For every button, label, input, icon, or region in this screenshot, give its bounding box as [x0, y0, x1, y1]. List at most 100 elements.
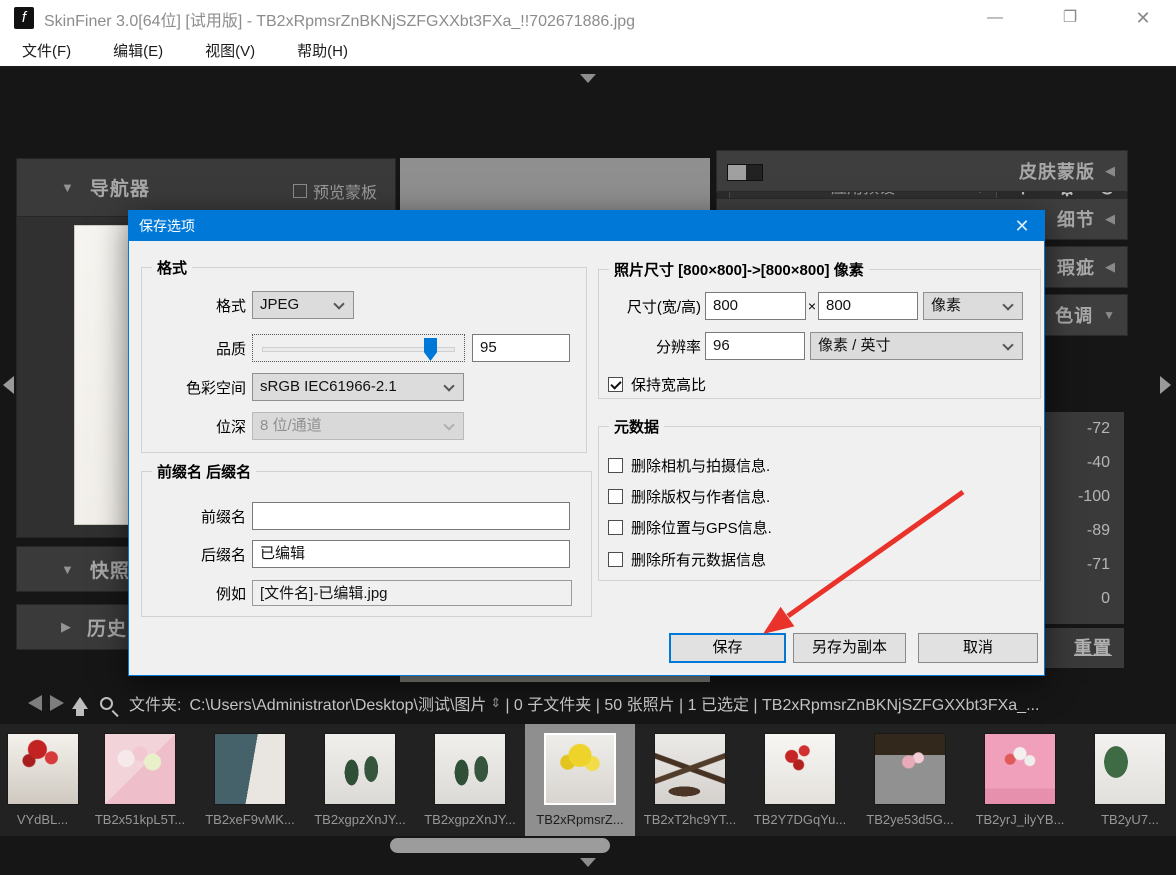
metadata-group: 元数据 删除相机与拍摄信息. 删除版权与作者信息. 删除位置与GPS信息. 删除… — [598, 426, 1041, 581]
tone-label: 色调 — [1055, 302, 1093, 328]
width-input[interactable]: 800 — [705, 292, 806, 320]
skin-mask-toggle[interactable] — [727, 164, 763, 181]
save-as-copy-button[interactable]: 另存为副本 — [793, 633, 906, 663]
thumbnail-label: TB2xT2hc9YT... — [635, 812, 745, 827]
save-options-dialog: 保存选项 ✕ 格式 格式 JPEG 品质 — [128, 210, 1045, 676]
thumbnail-label: TB2yrJ_ilyYB... — [965, 812, 1075, 827]
parent-folder-icon[interactable] — [72, 697, 88, 709]
photo-thumbnail[interactable] — [7, 733, 79, 805]
thumbnail-label: TB2xRpmsrZ... — [525, 812, 635, 827]
collapse-top-panel-icon[interactable] — [580, 74, 596, 83]
slider-thumb[interactable] — [424, 338, 437, 361]
photo-size-group-title: 照片尺寸 [800×800]->[800×800] 像素 — [609, 259, 869, 280]
skin-mask-label: 皮肤蒙版 — [1019, 158, 1095, 184]
metadata-group-title: 元数据 — [609, 416, 664, 437]
remove-all-metadata-checkbox[interactable] — [608, 552, 623, 567]
photo-thumbnail[interactable] — [104, 733, 176, 805]
size-label: 尺寸(宽/高) — [599, 296, 705, 317]
photo-thumbnail[interactable] — [324, 733, 396, 805]
format-group-title: 格式 — [152, 257, 192, 278]
colorspace-value: sRGB IEC61966-2.1 — [260, 378, 397, 395]
menu-edit[interactable]: 编辑(E) — [113, 40, 163, 61]
chevron-down-icon: ▼ — [61, 562, 74, 577]
app-window: f SkinFiner 3.0[64位] [试用版] - TB2xRpmsrZn… — [0, 0, 1176, 875]
filmstrip-item[interactable]: TB2yU7... — [1075, 724, 1176, 836]
format-label: 格式 — [142, 295, 252, 316]
filmstrip-item[interactable]: TB2x51kpL5T... — [85, 724, 195, 836]
remove-copyright-info-label: 删除版权与作者信息. — [631, 486, 770, 507]
times-sign: × — [806, 298, 818, 314]
menu-bar: 文件(F) 编辑(E) 视图(V) 帮助(H) — [0, 35, 1176, 68]
chevron-down-icon — [443, 380, 454, 391]
cancel-button[interactable]: 取消 — [918, 633, 1038, 663]
save-button[interactable]: 保存 — [669, 633, 786, 663]
photo-thumbnail[interactable] — [984, 733, 1056, 805]
filmstrip-item[interactable]: TB2yrJ_ilyYB... — [965, 724, 1075, 836]
thumbnail-label: TB2yU7... — [1075, 812, 1176, 827]
navigator-header[interactable]: ▼ 导航器 预览蒙板 — [17, 159, 395, 217]
preview-mask-label: 预览蒙板 — [313, 179, 377, 203]
example-output: [文件名]-已编辑.jpg — [252, 580, 572, 606]
thumbnail-label: VYdBL... — [0, 812, 85, 827]
resolution-input[interactable]: 96 — [705, 332, 805, 360]
collapse-right-panel-icon[interactable] — [1160, 376, 1171, 394]
menu-help[interactable]: 帮助(H) — [297, 40, 348, 61]
filmstrip-item-selected[interactable]: TB2xRpmsrZ... — [525, 724, 635, 836]
filmstrip-item[interactable]: TB2xgpzXnJY... — [305, 724, 415, 836]
dialog-close-icon[interactable]: ✕ — [1006, 213, 1038, 239]
photo-thumbnail[interactable] — [1094, 733, 1166, 805]
photo-thumbnail[interactable] — [434, 733, 506, 805]
photo-thumbnail[interactable] — [654, 733, 726, 805]
suffix-input[interactable]: 已编辑 — [252, 540, 570, 568]
folder-path[interactable]: C:\Users\Administrator\Desktop\测试\图片 — [189, 691, 486, 715]
collapse-left-panel-icon[interactable] — [3, 376, 14, 394]
chevron-left-icon: ◀ — [1105, 259, 1115, 275]
format-select[interactable]: JPEG — [252, 291, 354, 319]
remove-all-metadata-label: 删除所有元数据信息 — [631, 549, 766, 570]
photo-thumbnail[interactable] — [214, 733, 286, 805]
next-photo-icon[interactable] — [50, 695, 64, 711]
photo-thumbnail[interactable] — [874, 733, 946, 805]
menu-file[interactable]: 文件(F) — [22, 40, 71, 61]
prefix-label: 前缀名 — [142, 506, 252, 527]
close-button[interactable]: ✕ — [1123, 5, 1163, 31]
keep-aspect-checkbox[interactable] — [608, 377, 623, 392]
quality-slider[interactable] — [252, 334, 465, 362]
status-bar: 文件夹: C:\Users\Administrator\Desktop\测试\图… — [0, 682, 1176, 724]
collapse-bottom-panel-icon[interactable] — [580, 858, 596, 867]
reset-button[interactable]: 重置 — [1074, 638, 1112, 658]
size-unit-select[interactable]: 像素 — [923, 292, 1023, 320]
app-logo-icon: f — [14, 7, 34, 29]
filmstrip-item[interactable]: TB2xT2hc9YT... — [635, 724, 745, 836]
filmstrip: VYdBL... TB2x51kpL5T... TB2xeF9vMK... TB… — [0, 724, 1176, 836]
previous-photo-icon[interactable] — [28, 695, 42, 711]
remove-camera-info-checkbox[interactable] — [608, 458, 623, 473]
sort-toggle-icon[interactable]: ⇕ — [490, 695, 501, 711]
resolution-unit-select[interactable]: 像素 / 英寸 — [810, 332, 1023, 360]
chevron-left-icon: ◀ — [1105, 211, 1115, 227]
filmstrip-item[interactable]: TB2xeF9vMK... — [195, 724, 305, 836]
colorspace-select[interactable]: sRGB IEC61966-2.1 — [252, 373, 464, 401]
remove-gps-info-checkbox[interactable] — [608, 520, 623, 535]
photo-thumbnail[interactable] — [544, 733, 616, 805]
quality-input[interactable]: 95 — [472, 334, 570, 362]
height-input[interactable]: 800 — [818, 292, 918, 320]
filmstrip-item[interactable]: TB2Y7DGqYu... — [745, 724, 855, 836]
filmstrip-item[interactable]: VYdBL... — [0, 724, 85, 836]
remove-copyright-info-checkbox[interactable] — [608, 489, 623, 504]
filmstrip-item[interactable]: TB2ye53d5G... — [855, 724, 965, 836]
prefix-input[interactable] — [252, 502, 570, 530]
bitdepth-value: 8 位/通道 — [260, 417, 322, 434]
menu-view[interactable]: 视图(V) — [205, 40, 255, 61]
minimize-button[interactable]: — — [975, 5, 1015, 31]
search-icon[interactable] — [100, 697, 113, 710]
dialog-title-bar[interactable]: 保存选项 ✕ — [129, 211, 1044, 241]
filmstrip-item[interactable]: TB2xgpzXnJY... — [415, 724, 525, 836]
photo-thumbnail[interactable] — [764, 733, 836, 805]
section-skin-mask[interactable]: 皮肤蒙版 ◀ — [716, 150, 1128, 192]
filmstrip-scrollbar[interactable] — [390, 838, 610, 853]
snapshot-title: 快照 — [90, 556, 130, 583]
maximize-button[interactable]: ❐ — [1050, 5, 1090, 31]
preview-mask-checkbox[interactable] — [293, 184, 307, 198]
preview-mask-option[interactable]: 预览蒙板 — [287, 179, 377, 203]
